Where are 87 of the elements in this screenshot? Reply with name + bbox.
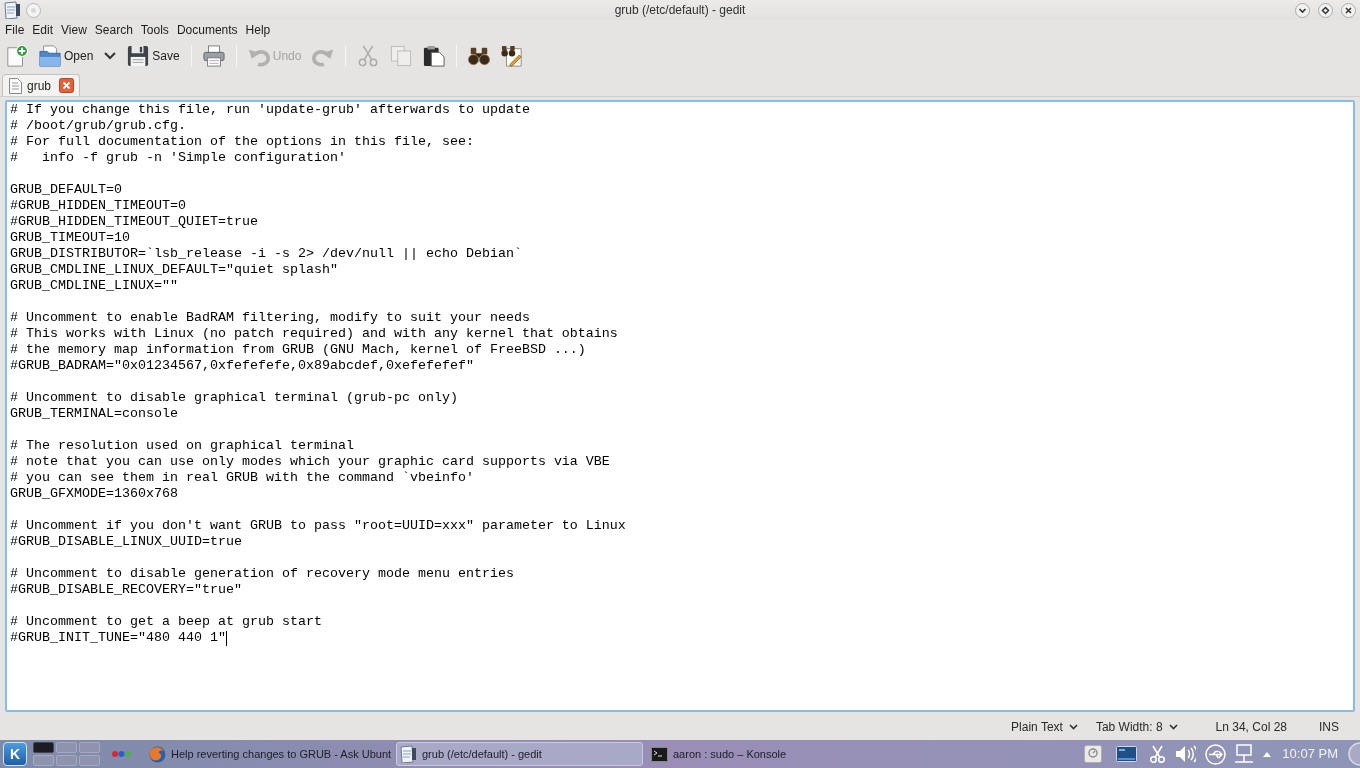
menu-item[interactable]: Tools: [136, 20, 173, 39]
code-line: #GRUB_HIDDEN_TIMEOUT_QUIET=true: [10, 214, 258, 230]
code-line: # note that you can use only modes which your graphic card supports via VBE: [10, 454, 610, 470]
copy-pages-icon: [390, 45, 413, 67]
find-replace-button[interactable]: [501, 43, 524, 69]
document-icon: [9, 77, 22, 94]
code-line: GRUB_CMDLINE_LINUX="": [10, 278, 178, 294]
up-arrow-icon[interactable]: [1263, 751, 1272, 757]
menu-item[interactable]: Search: [90, 20, 137, 39]
code-line: # you can see them in real GRUB with the command `vbeinfo': [10, 470, 474, 486]
notepad-icon: [400, 745, 417, 763]
code-line: #GRUB_BADRAM="0x01234567,0xfefefefe,0x89abcdef,0xefefefef": [10, 358, 474, 374]
window-title: grub (/etc/default) - gedit: [613, 2, 747, 19]
code-line: GRUB_DEFAULT=0: [10, 182, 122, 198]
code-line: #GRUB_HIDDEN_TIMEOUT=0: [10, 198, 186, 214]
corner-arc-icon[interactable]: [1346, 742, 1360, 766]
binoculars-pencil-icon: [501, 45, 524, 67]
chevron-down-icon: [104, 52, 117, 60]
code-line: #GRUB_DISABLE_LINUX_UUID=true: [10, 534, 242, 550]
terminal-icon: [651, 746, 668, 762]
code-line: #GRUB_DISABLE_RECOVERY="true": [10, 582, 242, 598]
code-line: # For full documentation of the options in this file, see:: [10, 134, 474, 150]
workspace-thumbnail[interactable]: [79, 755, 100, 766]
speaker-icon[interactable]: [1175, 745, 1197, 763]
menu-item[interactable]: Help: [241, 20, 275, 39]
menu-item[interactable]: Edit: [28, 20, 58, 39]
globe-icon: [149, 745, 166, 763]
taskbar-task[interactable]: Help reverting changes to GRUB - Ask Ubunt: [145, 742, 392, 766]
clipboard-icon: [423, 45, 446, 67]
workspace-thumbnail[interactable]: [33, 742, 54, 753]
code-line: # /boot/grub/grub.cfg.: [10, 118, 186, 134]
three-dots-icon[interactable]: [112, 751, 131, 757]
code-line: # The resolution used on graphical terminal: [10, 438, 354, 454]
code-line: # Uncomment to enable BadRAM filtering, modify to suit your needs: [10, 310, 530, 326]
insert-mode: INS: [1319, 719, 1339, 736]
tab-width-dropdown[interactable]: Tab Width: 8: [1095, 718, 1178, 736]
scissors-icon: [357, 45, 380, 67]
code-line: GRUB_DISTRIBUTOR=`lsb_release -i -s 2> /dev/null || echo Debian`: [10, 246, 522, 262]
text-editor-area[interactable]: [5, 100, 1355, 712]
open-button[interactable]: Open: [39, 43, 94, 69]
code-line: GRUB_GFXMODE=1360x768: [10, 486, 178, 502]
code-line: # Uncomment to disable generation of recovery mode menu entries: [10, 566, 514, 582]
folder-icon: [39, 45, 61, 67]
workspace-thumbnail[interactable]: [79, 742, 100, 753]
monitor-icon[interactable]: [1116, 746, 1138, 762]
notepad-icon: [4, 1, 21, 19]
code-line: #GRUB_INIT_TUNE="480 440 1": [10, 630, 226, 646]
menu-item[interactable]: Documents: [172, 20, 242, 39]
code-line: # Uncomment if you don't want GRUB to pass "root=UUID=xxx" parameter to Linux: [10, 518, 626, 534]
menu-item[interactable]: File: [1, 20, 29, 39]
circle-button-icon[interactable]: [26, 2, 41, 18]
taskbar-task[interactable]: aaron : sudo – Konsole: [647, 742, 894, 766]
chevron-down-icon: [1068, 724, 1078, 730]
gauge-icon[interactable]: [1084, 745, 1103, 763]
language-dropdown[interactable]: Plain Text: [1011, 718, 1078, 736]
binoculars-icon: [468, 45, 491, 67]
code-line: # If you change this file, run 'update-grub' afterwards to update: [10, 102, 530, 118]
print-button[interactable]: [202, 43, 225, 69]
workspace-thumbnail[interactable]: [56, 742, 77, 753]
code-line: # This works with Linux (no patch required) and with any kernel that obtains: [10, 326, 618, 342]
printer-icon: [202, 45, 225, 67]
maximize-icon[interactable]: [1318, 2, 1333, 18]
menu-item[interactable]: View: [57, 20, 91, 39]
code-line: # Uncomment to disable graphical terminal (grub-pc only): [10, 390, 458, 406]
minimize-icon[interactable]: [1295, 2, 1310, 18]
network-icon[interactable]: [1234, 744, 1255, 764]
paste-button[interactable]: [423, 43, 446, 69]
workspace-thumbnail[interactable]: [56, 755, 77, 766]
document-tab[interactable]: grub: [2, 74, 81, 96]
code-line: GRUB_TERMINAL=console: [10, 406, 178, 422]
code-line: # Uncomment to get a beep at grub start: [10, 614, 322, 630]
taskbar-task[interactable]: grub (/etc/default) - gedit: [396, 742, 643, 766]
new-document-button[interactable]: [6, 43, 28, 69]
cursor-position: Ln 34, Col 28: [1215, 719, 1287, 736]
application-launcher-button[interactable]: K: [3, 742, 27, 766]
code-line: GRUB_CMDLINE_LINUX_DEFAULT="quiet splash": [10, 262, 338, 278]
chevron-down-icon: [1168, 724, 1178, 730]
code-line: GRUB_TIMEOUT=10: [10, 230, 130, 246]
new-document-icon: [6, 45, 28, 67]
usb-icon[interactable]: [1205, 743, 1227, 765]
workspace-thumbnail[interactable]: [33, 755, 54, 766]
code-line: # the memory map information from GRUB (GNU Mach, kernel of FreeBSD ...): [10, 342, 586, 358]
code-line: # info -f grub -n 'Simple configuration': [10, 150, 346, 166]
close-icon[interactable]: [1341, 2, 1356, 18]
save-button[interactable]: Save: [127, 43, 180, 69]
scissors-icon[interactable]: [1150, 745, 1166, 763]
close-icon[interactable]: [59, 78, 75, 93]
